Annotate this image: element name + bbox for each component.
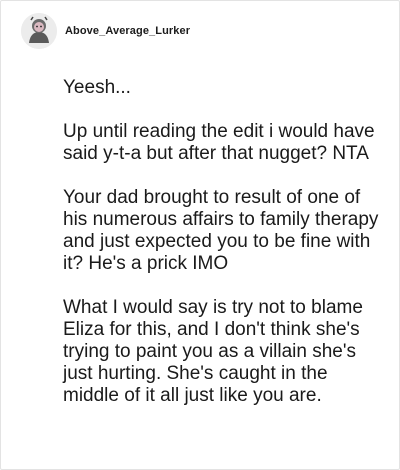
comment-paragraph: Up until reading the edit i would have s… <box>63 121 375 164</box>
comment-paragraph: Yeesh... <box>63 77 131 98</box>
comment-paragraph: What I would say is try not to blame Eli… <box>63 297 363 406</box>
comment-header: Above_Average_Lurker <box>21 13 190 49</box>
comment-paragraph: Your dad brought to result of one of his… <box>63 187 379 274</box>
avatar-icon[interactable] <box>21 13 57 49</box>
comment-body: Yeesh... Up until reading the edit i wou… <box>63 77 381 407</box>
comment-card: Above_Average_Lurker Yeesh... Up until r… <box>0 0 400 470</box>
username[interactable]: Above_Average_Lurker <box>65 25 190 37</box>
